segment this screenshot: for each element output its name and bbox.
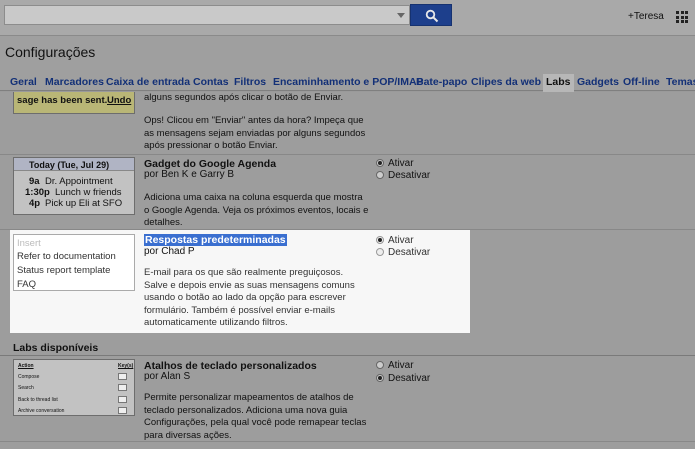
calendar-event-text: Dr. Appointment — [45, 176, 113, 187]
shortcut-key-field — [118, 373, 127, 380]
tab-bate-papo[interactable]: Bate-papo — [416, 76, 467, 88]
lab-row-shortcuts: Action Key(s) Compose Search Back to thr… — [0, 356, 695, 442]
tab-filtros[interactable]: Filtros — [234, 76, 266, 88]
calendar-disable-radio[interactable]: Desativar — [376, 170, 430, 181]
radio-unselected-icon — [376, 361, 384, 369]
apps-grid-icon[interactable] — [676, 11, 688, 23]
shortcuts-thumb-header: Key(s) — [118, 363, 134, 369]
settings-tabs: Geral Marcadores Caixa de entrada Contas… — [0, 69, 695, 92]
shortcuts-enable-label: Ativar — [388, 360, 414, 371]
shortcuts-thumb-row: Archive conversation — [18, 408, 65, 414]
shortcuts-thumbnail: Action Key(s) Compose Search Back to thr… — [13, 359, 135, 416]
tab-clipes-da-web[interactable]: Clipes da web — [471, 76, 541, 88]
canned-thumb-item: Status report template — [17, 265, 111, 276]
canned-thumb-item: Insert — [17, 238, 41, 249]
tab-marcadores[interactable]: Marcadores — [45, 76, 104, 88]
shortcuts-thumb-row: Back to thread list — [18, 397, 58, 403]
tab-contas[interactable]: Contas — [193, 76, 229, 88]
shortcut-key-field — [118, 396, 127, 403]
calendar-event-text: Lunch w friends — [55, 187, 122, 198]
canned-thumbnail: Insert Refer to documentation Status rep… — [13, 234, 135, 291]
radio-unselected-icon — [376, 248, 384, 256]
calendar-enable-label: Ativar — [388, 158, 414, 169]
canned-title: Respostas predeterminadas — [144, 234, 287, 246]
undo-thumbnail: sage has been sent. Undo — [13, 92, 135, 114]
available-labs-heading: Labs disponíveis — [13, 342, 99, 354]
undo-thumb-text: sage has been sent. — [17, 95, 108, 106]
radio-selected-icon — [376, 374, 384, 382]
shortcuts-enable-radio[interactable]: Ativar — [376, 360, 414, 371]
canned-thumb-item: Refer to documentation — [17, 251, 116, 262]
tab-off-line[interactable]: Off-line — [623, 76, 660, 88]
shortcut-key-field — [118, 407, 127, 414]
calendar-thumbnail: Today (Tue, Jul 29) 9a Dr. Appointment 1… — [13, 157, 135, 215]
canned-enable-radio[interactable]: Ativar — [376, 235, 414, 246]
radio-selected-icon — [376, 159, 384, 167]
user-link[interactable]: +Teresa — [628, 11, 664, 22]
calendar-disable-label: Desativar — [388, 170, 431, 181]
tab-labs[interactable]: Labs — [543, 74, 574, 92]
search-options-icon[interactable] — [397, 13, 405, 18]
calendar-description: Adiciona uma caixa na coluna esquerda qu… — [144, 192, 369, 228]
radio-selected-icon — [376, 236, 384, 244]
tab-caixa-de-entrada[interactable]: Caixa de entrada — [106, 76, 190, 88]
calendar-event-time: 4p — [29, 198, 41, 209]
calendar-event-time: 9a — [29, 176, 40, 187]
search-icon — [425, 9, 439, 23]
calendar-enable-radio[interactable]: Ativar — [376, 158, 414, 169]
shortcuts-thumb-row: Search — [18, 385, 34, 391]
tab-temas[interactable]: Temas — [666, 76, 695, 88]
page-title: Configurações — [5, 44, 96, 60]
undo-description: Ops! Clicou em "Enviar" antes da hora? I… — [144, 115, 366, 151]
calendar-event-time: 1:30p — [25, 187, 50, 198]
shortcuts-author: por Alan S — [144, 371, 191, 382]
undo-thumb-link: Undo — [107, 95, 132, 106]
radio-unselected-icon — [376, 171, 384, 179]
canned-thumb-item: FAQ — [17, 279, 37, 290]
shortcuts-thumb-header: Action — [18, 363, 34, 369]
lab-row-calendar: Today (Tue, Jul 29) 9a Dr. Appointment 1… — [0, 155, 695, 230]
search-input[interactable] — [4, 5, 410, 25]
calendar-event-text: Pick up Eli at SFO — [45, 198, 123, 209]
canned-author: por Chad P — [144, 246, 195, 257]
shortcuts-disable-radio[interactable]: Desativar — [376, 373, 430, 384]
tab-encaminhamento[interactable]: Encaminhamento e POP/IMAP — [273, 76, 424, 88]
settings-header: Configurações — [0, 35, 695, 69]
canned-disable-radio[interactable]: Desativar — [376, 247, 430, 258]
calendar-thumb-header: Today (Tue, Jul 29) — [29, 160, 110, 170]
shortcuts-disable-label: Desativar — [388, 373, 431, 384]
lab-row-undo: sage has been sent. Undo alguns segundos… — [0, 92, 695, 155]
canned-enable-label: Ativar — [388, 235, 414, 246]
tab-geral[interactable]: Geral — [10, 76, 37, 88]
lab-row-canned: Insert Refer to documentation Status rep… — [0, 230, 695, 333]
top-bar: +Teresa — [0, 0, 695, 35]
canned-description: E-mail para os que são realmente preguiç… — [144, 267, 355, 328]
shortcut-key-field — [118, 384, 127, 391]
shortcuts-thumb-row: Compose — [18, 374, 40, 380]
canned-disable-label: Desativar — [388, 247, 431, 258]
shortcuts-description: Permite personalizar mapeamentos de atal… — [144, 392, 367, 441]
undo-desc-top: alguns segundos após clicar o botão de E… — [144, 92, 344, 103]
calendar-author: por Ben K e Garry B — [144, 169, 235, 180]
tab-gadgets[interactable]: Gadgets — [577, 76, 619, 88]
search-button[interactable] — [410, 4, 452, 26]
